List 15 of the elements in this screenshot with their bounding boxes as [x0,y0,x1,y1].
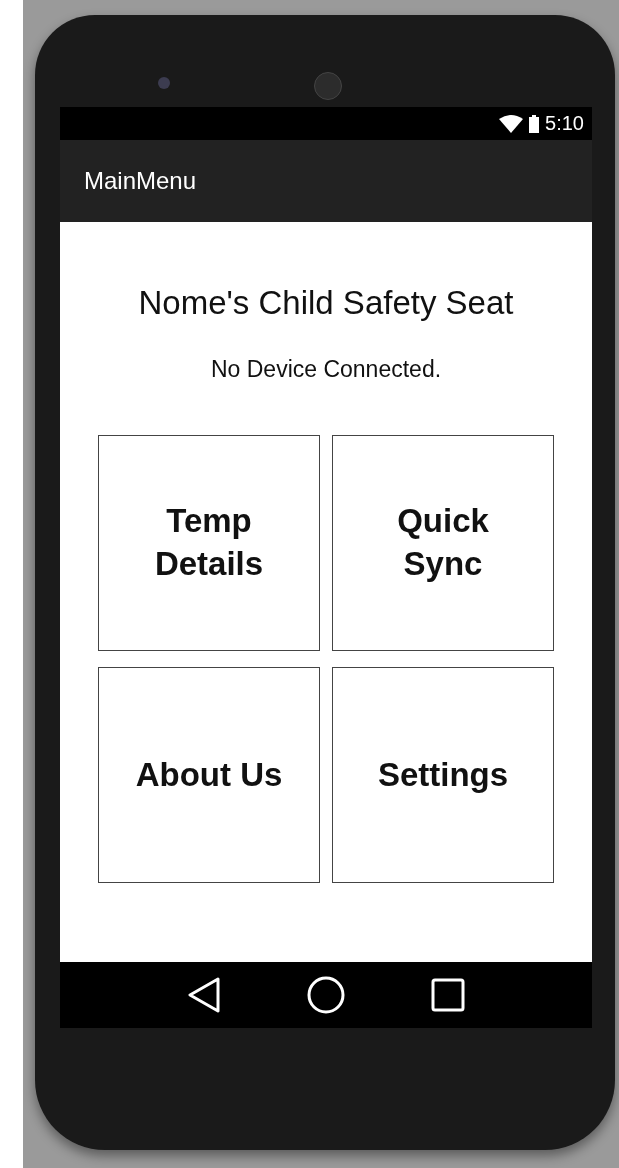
connection-status: No Device Connected. [210,356,442,383]
back-icon[interactable] [187,977,221,1013]
menu-tile[interactable]: Settings [332,667,554,883]
battery-icon [529,114,540,133]
app-title: MainMenu [84,167,197,195]
speaker-icon [314,72,342,100]
home-icon[interactable] [307,976,345,1014]
app-heading: Nome's Child Safety Seat [138,284,514,322]
menu-tile[interactable]: Temp Details [98,435,320,651]
camera-icon [158,77,170,89]
menu-tile[interactable]: About Us [98,667,320,883]
recents-icon[interactable] [431,978,465,1012]
wifi-icon [499,114,524,133]
status-time: 5:10 [545,112,584,135]
menu-tile[interactable]: Quick Sync [332,435,554,651]
